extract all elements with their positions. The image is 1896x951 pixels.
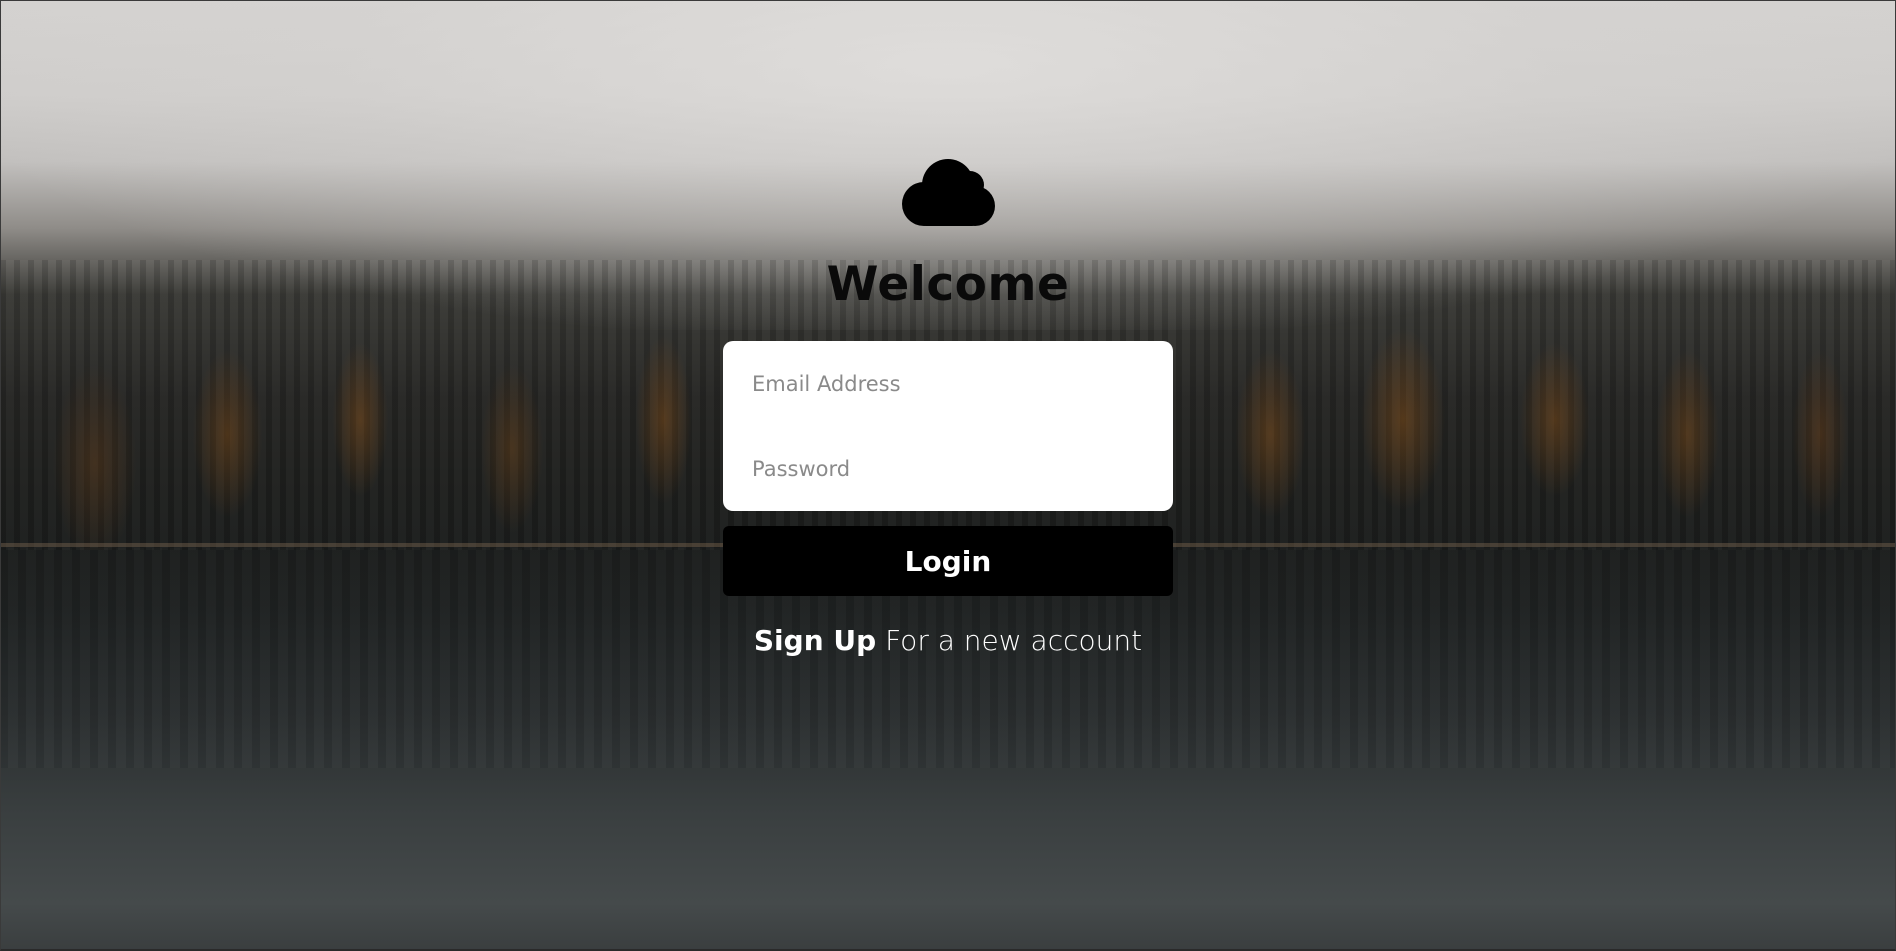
page-title: Welcome: [826, 257, 1070, 312]
signup-link[interactable]: Sign Up: [754, 624, 876, 657]
signup-suffix: For a new account: [885, 624, 1143, 657]
cloud-icon: [902, 159, 995, 226]
login-button[interactable]: Login: [723, 526, 1173, 596]
login-page: Welcome Login Sign Up For a new account: [0, 0, 1896, 951]
email-field[interactable]: [752, 341, 1144, 426]
login-panel: Welcome Login Sign Up For a new account: [723, 157, 1173, 657]
credentials-form: [723, 341, 1173, 511]
signup-prompt: Sign Up For a new account: [723, 624, 1173, 657]
password-field[interactable]: [752, 426, 1144, 511]
